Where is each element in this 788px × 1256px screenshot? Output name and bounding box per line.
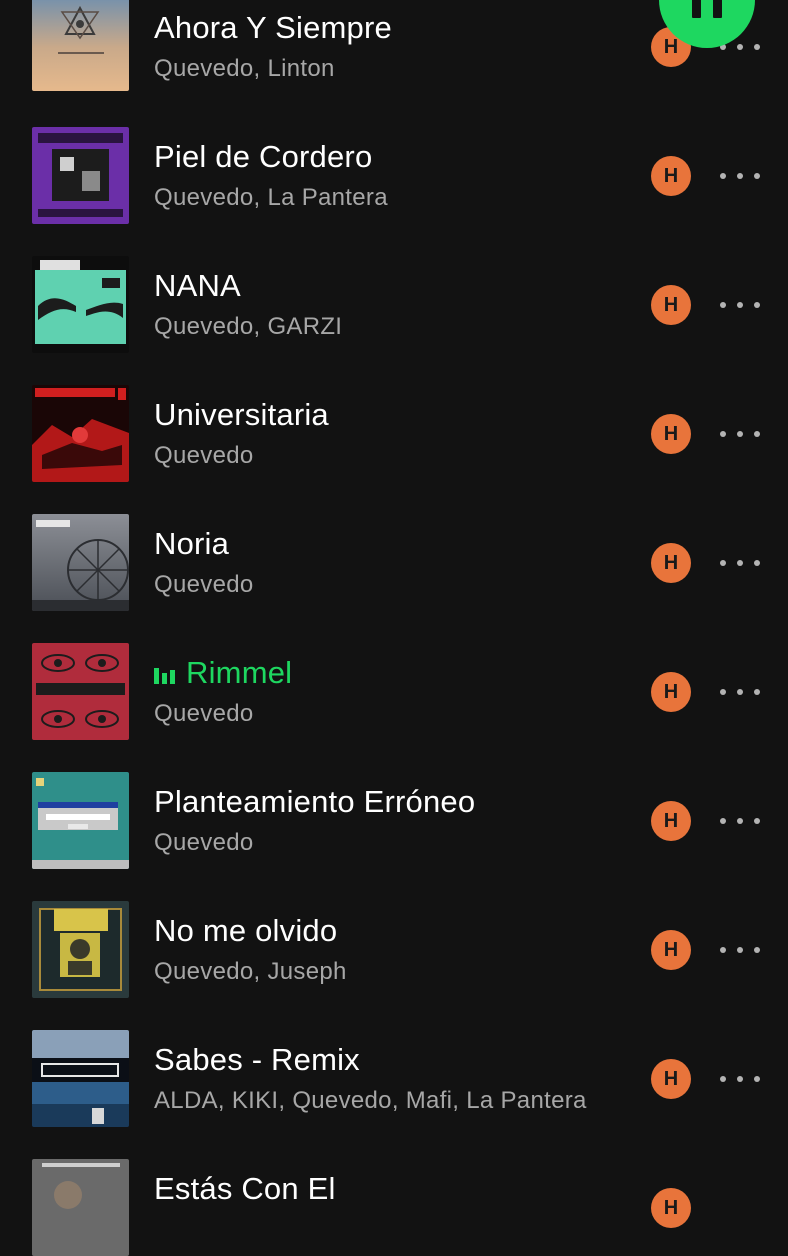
- track-artists: Quevedo, Juseph: [154, 958, 347, 985]
- track-row[interactable]: Universitaria Quevedo H: [0, 353, 788, 482]
- equalizer-icon: [154, 664, 176, 684]
- track-title: NANA: [154, 268, 241, 303]
- more-options-icon[interactable]: [720, 553, 760, 573]
- album-cover: [32, 643, 129, 740]
- more-options-icon[interactable]: [720, 295, 760, 315]
- more-options-icon[interactable]: [720, 424, 760, 444]
- track-row[interactable]: Rimmel Quevedo H: [0, 611, 788, 740]
- track-title: Planteamiento Erróneo: [154, 784, 476, 819]
- album-cover: [32, 1159, 129, 1256]
- album-cover: [32, 1030, 129, 1127]
- track-title: Sabes - Remix: [154, 1042, 360, 1077]
- track-title: Noria: [154, 526, 230, 561]
- track-row[interactable]: Planteamiento Erróneo Quevedo H: [0, 740, 788, 869]
- user-avatar[interactable]: H: [651, 672, 691, 712]
- track-artists: Quevedo: [154, 442, 254, 469]
- more-options-icon[interactable]: [720, 940, 760, 960]
- track-artists: Quevedo: [154, 700, 254, 727]
- album-cover: [32, 256, 129, 353]
- track-title-text: Rimmel: [186, 655, 293, 690]
- track-title: Estás Con El: [154, 1171, 336, 1206]
- album-cover: [32, 514, 129, 611]
- album-cover: [32, 385, 129, 482]
- more-options-icon[interactable]: [720, 1069, 760, 1089]
- user-avatar[interactable]: H: [651, 414, 691, 454]
- track-title: Universitaria: [154, 397, 329, 432]
- track-row[interactable]: No me olvido Quevedo, Juseph H: [0, 869, 788, 998]
- user-avatar[interactable]: H: [651, 1059, 691, 1099]
- more-options-icon[interactable]: [720, 166, 760, 186]
- album-cover: [32, 0, 129, 91]
- track-row[interactable]: Noria Quevedo H: [0, 482, 788, 611]
- track-row[interactable]: NANA Quevedo, GARZI H: [0, 224, 788, 353]
- album-cover: [32, 901, 129, 998]
- track-title: Piel de Cordero: [154, 139, 373, 174]
- user-avatar[interactable]: H: [651, 801, 691, 841]
- track-artists: ALDA, KIKI, Quevedo, Mafi, La Pantera: [154, 1087, 587, 1114]
- user-avatar[interactable]: H: [651, 285, 691, 325]
- track-title: Ahora Y Siempre: [154, 10, 392, 45]
- more-options-icon[interactable]: [720, 682, 760, 702]
- track-row[interactable]: Sabes - Remix ALDA, KIKI, Quevedo, Mafi,…: [0, 998, 788, 1127]
- user-avatar[interactable]: H: [651, 930, 691, 970]
- user-avatar[interactable]: H: [651, 1188, 691, 1228]
- track-artists: Quevedo, GARZI: [154, 313, 343, 340]
- track-artists: Quevedo, La Pantera: [154, 184, 388, 211]
- track-row[interactable]: Estás Con El H: [0, 1127, 788, 1256]
- user-avatar[interactable]: H: [651, 543, 691, 583]
- track-artists: Quevedo: [154, 829, 254, 856]
- album-cover: [32, 772, 129, 869]
- track-title: Rimmel: [154, 655, 292, 691]
- track-artists: Quevedo: [154, 571, 254, 598]
- track-title: No me olvido: [154, 913, 338, 948]
- user-avatar[interactable]: H: [651, 156, 691, 196]
- album-cover: [32, 127, 129, 224]
- track-artists: Quevedo, Linton: [154, 55, 335, 82]
- track-row[interactable]: Piel de Cordero Quevedo, La Pantera H: [0, 95, 788, 224]
- more-options-icon[interactable]: [720, 811, 760, 831]
